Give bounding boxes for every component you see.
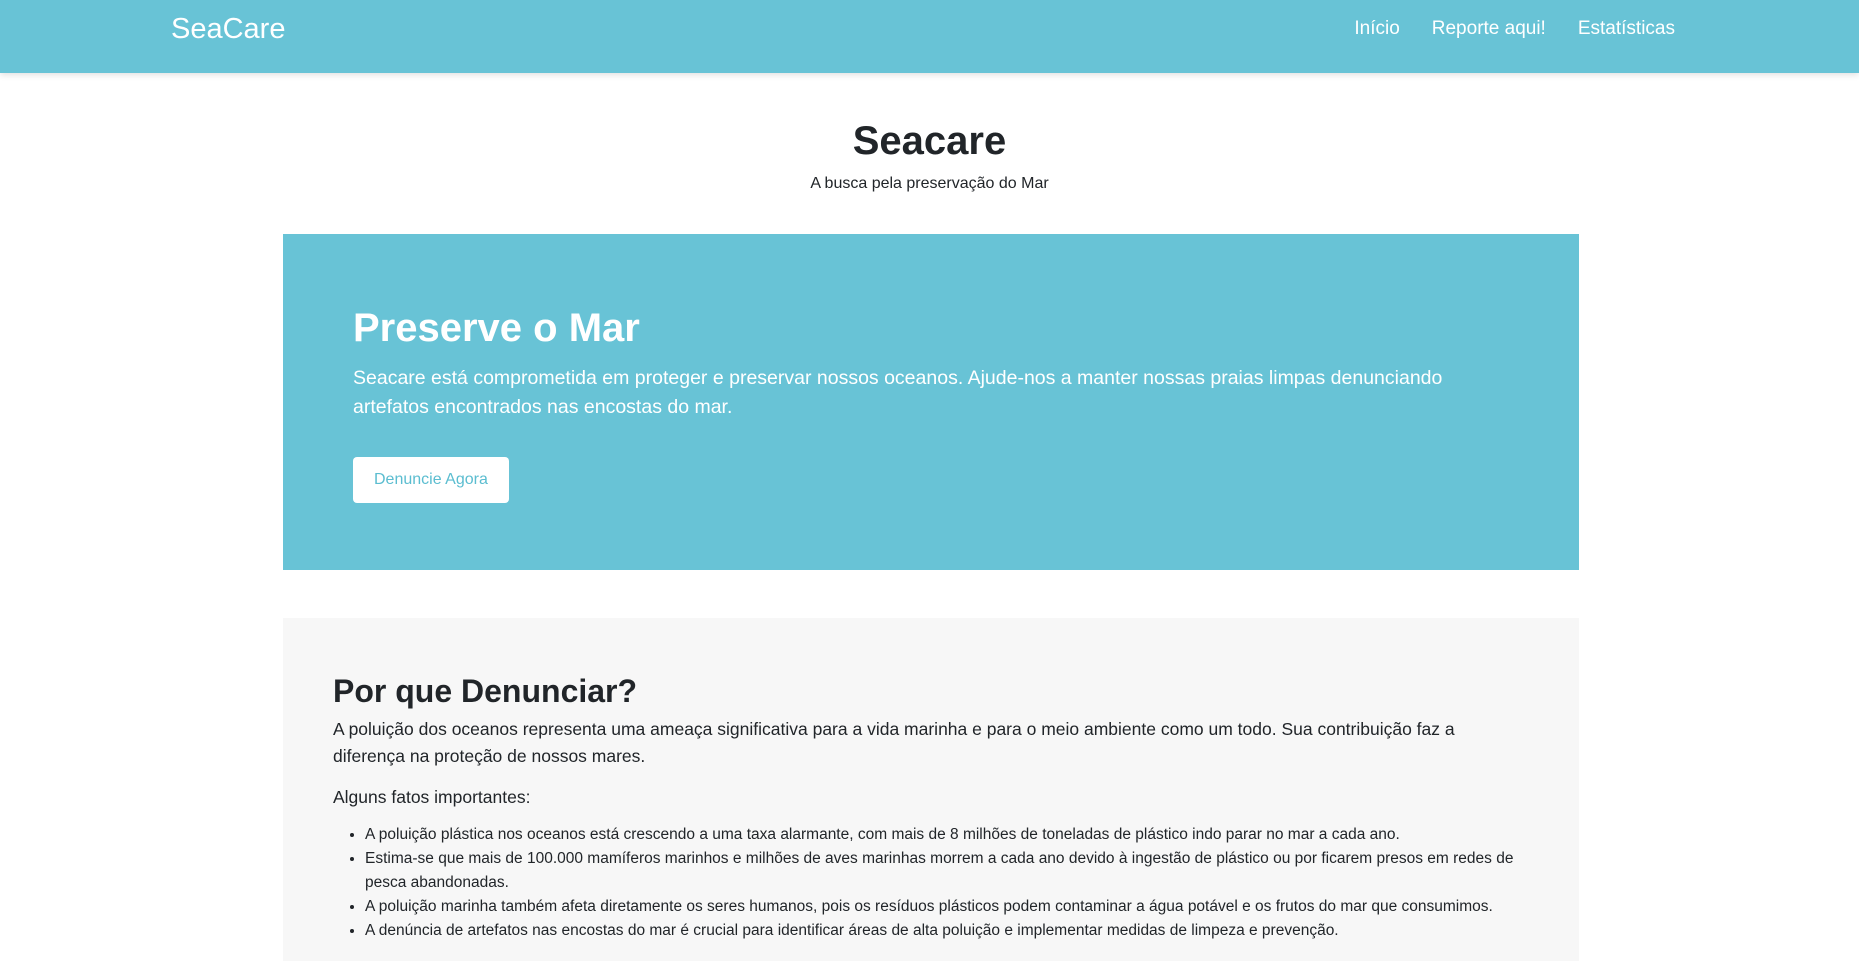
fact-item: A denúncia de artefatos nas encostas do …: [365, 919, 1529, 943]
hero-banner: Preserve o Mar Seacare está comprometida…: [283, 234, 1579, 570]
page-header: Seacare A busca pela preservação do Mar: [0, 113, 1859, 195]
facts-subheading: Alguns fatos importantes:: [333, 787, 531, 807]
page-title: Seacare: [852, 119, 1007, 163]
nav-link-reporte[interactable]: Reporte aqui!: [1432, 16, 1546, 42]
facts-list: A poluição plástica nos oceanos está cre…: [333, 823, 1529, 943]
fact-item: A poluição plástica nos oceanos está cre…: [365, 823, 1529, 847]
navbar: SeaCare Início Reporte aqui! Estatística…: [0, 0, 1859, 73]
why-report-text: A poluição dos oceanos representa uma am…: [333, 719, 1455, 766]
hero-text: Seacare está comprometida em proteger e …: [353, 367, 1443, 418]
fact-item: Estima-se que mais de 100.000 mamíferos …: [365, 847, 1529, 895]
hero-title: Preserve o Mar: [353, 306, 640, 350]
report-now-button[interactable]: Denuncie Agora: [353, 457, 509, 503]
why-report-section: Por que Denunciar? A poluição dos oceano…: [283, 618, 1579, 961]
nav-link-inicio[interactable]: Início: [1354, 16, 1399, 42]
fact-item: A poluição marinha também afeta diretame…: [365, 895, 1529, 919]
nav-links: Início Reporte aqui! Estatísticas: [1354, 16, 1675, 42]
page-subtitle: A busca pela preservação do Mar: [810, 175, 1049, 192]
nav-link-estatisticas[interactable]: Estatísticas: [1578, 16, 1675, 42]
brand-logo-link[interactable]: SeaCare: [171, 12, 285, 46]
why-report-title: Por que Denunciar?: [333, 673, 638, 709]
